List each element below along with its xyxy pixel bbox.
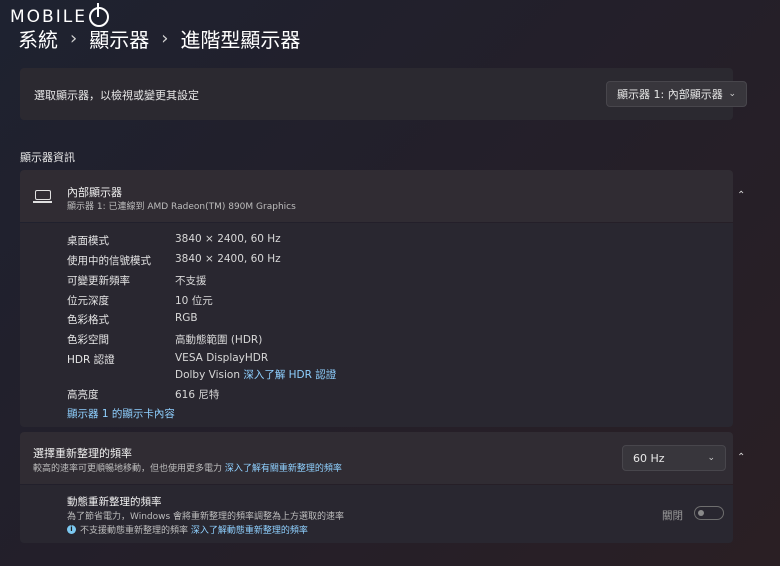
chevron-down-icon: ⌄ (707, 453, 715, 463)
chevron-down-icon: ⌄ (728, 89, 736, 99)
section-title-display-info: 顯示器資訊 (20, 151, 75, 164)
breadcrumb-display[interactable]: 顯示器 (89, 24, 149, 53)
info-value-color-format: RGB (175, 312, 198, 324)
display-subtitle: 顯示器 1: 已連線到 AMD Radeon(TM) 890M Graphics (67, 202, 296, 212)
info-value-signal-mode: 3840 × 2400, 60 Hz (175, 253, 281, 265)
info-value-bit-depth: 10 位元 (175, 295, 213, 307)
info-label-color-space: 色彩空間 (67, 334, 109, 346)
toggle-state-label: 關閉 (662, 510, 683, 522)
adapter-properties-link[interactable]: 顯示器 1 的顯示卡內容 (67, 406, 175, 421)
info-label-vrr: 可變更新頻率 (67, 275, 130, 287)
chevron-up-icon[interactable]: ⌃ (737, 190, 745, 201)
refresh-rate-dropdown[interactable]: 60 Hz ⌄ (622, 445, 726, 471)
refresh-rate-value: 60 Hz (633, 451, 665, 465)
info-value-hdr-cert: VESA DisplayHDR (175, 352, 269, 364)
display-select-value: 顯示器 1: 內部顯示器 (617, 88, 723, 101)
dynamic-refresh-card: 動態重新整理的頻率 為了節省電力，Windows 會將重新整理的頻率調整為上方選… (20, 485, 733, 543)
info-label-signal-mode: 使用中的信號模式 (67, 255, 151, 267)
dynamic-refresh-toggle[interactable] (694, 506, 724, 520)
display-select-dropdown[interactable]: 顯示器 1: 內部顯示器 ⌄ (606, 81, 747, 107)
chevron-right-icon: › (161, 28, 169, 49)
refresh-rate-card: 選擇重新整理的頻率 較高的速率可更順暢地移動，但也使用更多電力 深入了解有關重新… (20, 432, 745, 484)
info-value-vrr: 不支援 (175, 275, 207, 287)
hdr-learn-more-link[interactable]: 深入了解 HDR 認證 (243, 369, 336, 381)
info-label-bit-depth: 位元深度 (67, 295, 109, 307)
select-display-label: 選取顯示器，以檢視或變更其設定 (34, 89, 199, 102)
refresh-learn-more-link[interactable]: 深入了解有關重新整理的頻率 (225, 464, 342, 474)
select-display-card: 選取顯示器，以檢視或變更其設定 顯示器 1: 內部顯示器 ⌄ (20, 68, 747, 120)
refresh-rate-title: 選擇重新整理的頻率 (33, 447, 132, 460)
info-label-color-format: 色彩格式 (67, 314, 109, 326)
info-icon: i (67, 525, 76, 534)
refresh-rate-desc-text: 較高的速率可更順暢地移動，但也使用更多電力 (33, 464, 223, 474)
dynamic-refresh-note: i 不支援動態重新整理的頻率 深入了解動態重新整理的頻率 (67, 523, 308, 536)
info-value-color-space: 高動態範圍 (HDR) (175, 334, 263, 346)
page-title: 進階型顯示器 (180, 28, 301, 52)
dynamic-refresh-learn-more-link[interactable]: 深入了解動態重新整理的頻率 (191, 523, 308, 536)
info-value-hdr-cert-line2: Dolby Vision 深入了解 HDR 認證 (175, 367, 336, 382)
info-label-peak-brightness: 高亮度 (67, 389, 99, 401)
info-value-peak-brightness: 616 尼特 (175, 389, 220, 401)
breadcrumb: 系統 › 顯示器 › 進階型顯示器 (18, 24, 300, 53)
chevron-right-icon: › (70, 28, 78, 49)
info-value-desktop-mode: 3840 × 2400, 60 Hz (175, 233, 281, 245)
refresh-rate-desc: 較高的速率可更順暢地移動，但也使用更多電力 深入了解有關重新整理的頻率 (33, 461, 342, 474)
chevron-up-icon[interactable]: ⌃ (737, 452, 745, 463)
dynamic-refresh-note-text: 不支援動態重新整理的頻率 (80, 526, 189, 536)
breadcrumb-system[interactable]: 系統 (18, 24, 58, 53)
display-info-header[interactable]: 內部顯示器 顯示器 1: 已連線到 AMD Radeon(TM) 890M Gr… (20, 170, 745, 222)
hdr-dolby-vision: Dolby Vision (175, 369, 240, 381)
toggle-knob (698, 510, 704, 516)
laptop-icon (33, 190, 52, 203)
dynamic-refresh-desc: 為了節省電力，Windows 會將重新整理的頻率調整為上方選取的速率 (67, 512, 345, 522)
display-info-body: 桌面模式 3840 × 2400, 60 Hz 使用中的信號模式 3840 × … (20, 223, 733, 427)
dynamic-refresh-title: 動態重新整理的頻率 (67, 496, 162, 508)
info-label-desktop-mode: 桌面模式 (67, 235, 109, 247)
info-label-hdr-cert: HDR 認證 (67, 354, 115, 366)
display-name: 內部顯示器 (67, 186, 122, 199)
